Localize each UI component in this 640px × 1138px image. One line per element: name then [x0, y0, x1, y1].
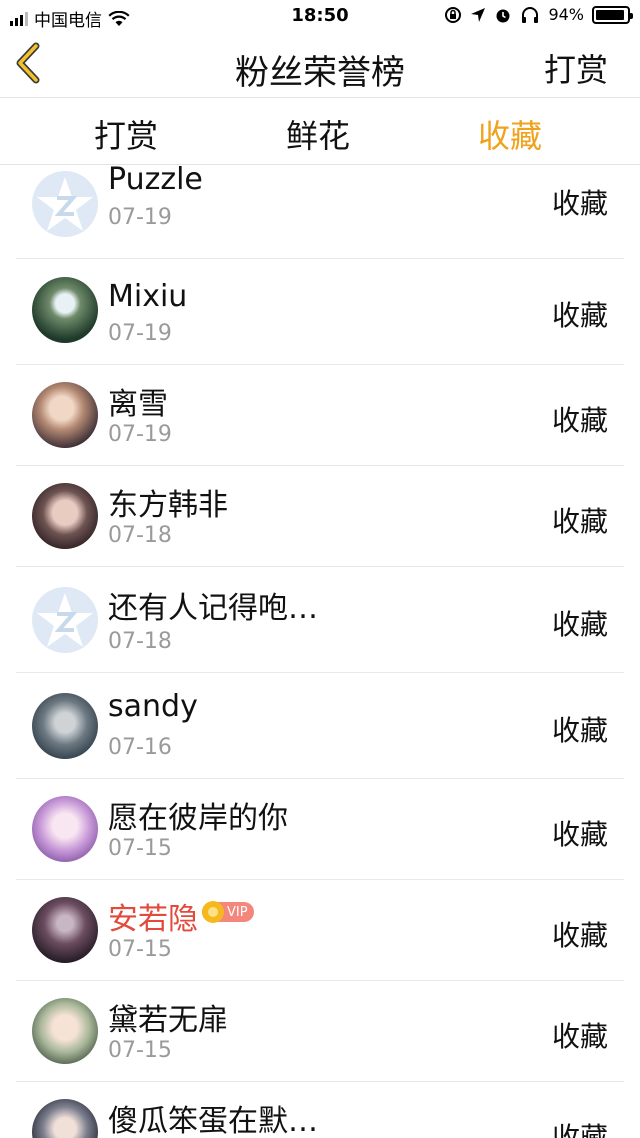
alarm-icon: [496, 9, 510, 22]
favorite-date: 07-15: [108, 1038, 172, 1063]
list-item[interactable]: 傻瓜笨蛋在默… 收藏: [16, 1082, 624, 1138]
user-name: sandy: [108, 689, 198, 724]
default-avatar: [32, 171, 98, 237]
list-item[interactable]: sandy 07-16 收藏: [16, 673, 624, 779]
favorite-label: 收藏: [551, 714, 608, 747]
reward-button[interactable]: 打赏: [544, 45, 608, 91]
user-name: Mixiu: [108, 279, 188, 314]
user-name: 愿在彼岸的你: [108, 801, 288, 836]
location-icon: [471, 7, 486, 22]
user-name: 还有人记得咆…: [108, 591, 318, 626]
favorite-date: 07-18: [108, 523, 172, 548]
vip-badge-label: VIP: [227, 904, 248, 920]
waterfall-avatar: [32, 277, 98, 343]
status-bar: 中国电信 18:50 94%: [0, 0, 640, 34]
vip-badge: VIP: [202, 901, 254, 923]
girl-avatar: [32, 382, 98, 448]
favorite-date: 07-18: [108, 629, 172, 654]
list-item[interactable]: 黛若无扉 07-15 收藏: [16, 981, 624, 1082]
orientation-lock-icon: [445, 6, 462, 23]
status-right: 94%: [444, 5, 633, 24]
user-name-vip: 安若隐 VIP: [108, 894, 254, 938]
favorite-date: 07-15: [108, 937, 172, 962]
favorite-label: 收藏: [551, 505, 608, 538]
default-avatar: [32, 587, 98, 653]
list-item[interactable]: Mixiu 07-19 收藏: [16, 259, 624, 365]
tab-flowers[interactable]: 鲜花: [286, 111, 350, 157]
favorite-date: 07-15: [108, 836, 172, 861]
user-name: 傻瓜笨蛋在默…: [108, 1104, 318, 1138]
battery-icon: [592, 5, 633, 24]
favorite-date: 07-19: [108, 205, 172, 230]
tab-favorites[interactable]: 收藏: [478, 111, 542, 157]
girl-avatar: [32, 998, 98, 1064]
favorite-label: 收藏: [551, 299, 608, 332]
favorite-label: 收藏: [551, 818, 608, 851]
favorite-date: 07-16: [108, 735, 172, 760]
list-item[interactable]: 东方韩非 07-18 收藏: [16, 466, 624, 567]
favorite-label: 收藏: [551, 1121, 608, 1138]
dark-avatar: [32, 897, 98, 963]
tab-reward[interactable]: 打赏: [94, 111, 158, 157]
sun-icon: [202, 901, 224, 923]
anime-avatar: [32, 796, 98, 862]
favorite-date: 07-19: [108, 422, 172, 447]
user-name: 黛若无扉: [108, 1003, 228, 1038]
favorite-label: 收藏: [551, 404, 608, 437]
tab-bar: 打赏 鲜花 收藏: [0, 99, 640, 165]
list-item[interactable]: 安若隐 VIP 07-15 收藏: [16, 880, 624, 981]
headphones-icon: [522, 6, 539, 23]
boy-avatar: [32, 1099, 98, 1138]
user-name: 离雪: [108, 387, 168, 422]
battery-percent: 94%: [548, 5, 584, 24]
fan-list[interactable]: Puzzle 07-19 收藏 Mixiu 07-19 收藏 离雪 07-19 …: [16, 166, 624, 1138]
user-name: 东方韩非: [108, 488, 228, 523]
list-item[interactable]: Puzzle 07-19 收藏: [16, 166, 624, 259]
photo-avatar: [32, 693, 98, 759]
man-avatar: [32, 483, 98, 549]
user-name: 安若隐: [108, 902, 198, 937]
list-item[interactable]: 还有人记得咆… 07-18 收藏: [16, 567, 624, 673]
favorite-label: 收藏: [551, 1020, 608, 1053]
battery-level-fill: [596, 9, 625, 20]
favorite-label: 收藏: [551, 919, 608, 952]
navigation-bar: 粉丝荣誉榜 打赏: [0, 34, 640, 98]
user-name: Puzzle: [108, 166, 203, 197]
list-item[interactable]: 愿在彼岸的你 07-15 收藏: [16, 779, 624, 880]
favorite-label: 收藏: [551, 187, 608, 220]
favorite-label: 收藏: [551, 608, 608, 641]
list-item[interactable]: 离雪 07-19 收藏: [16, 365, 624, 466]
favorite-date: 07-19: [108, 321, 172, 346]
